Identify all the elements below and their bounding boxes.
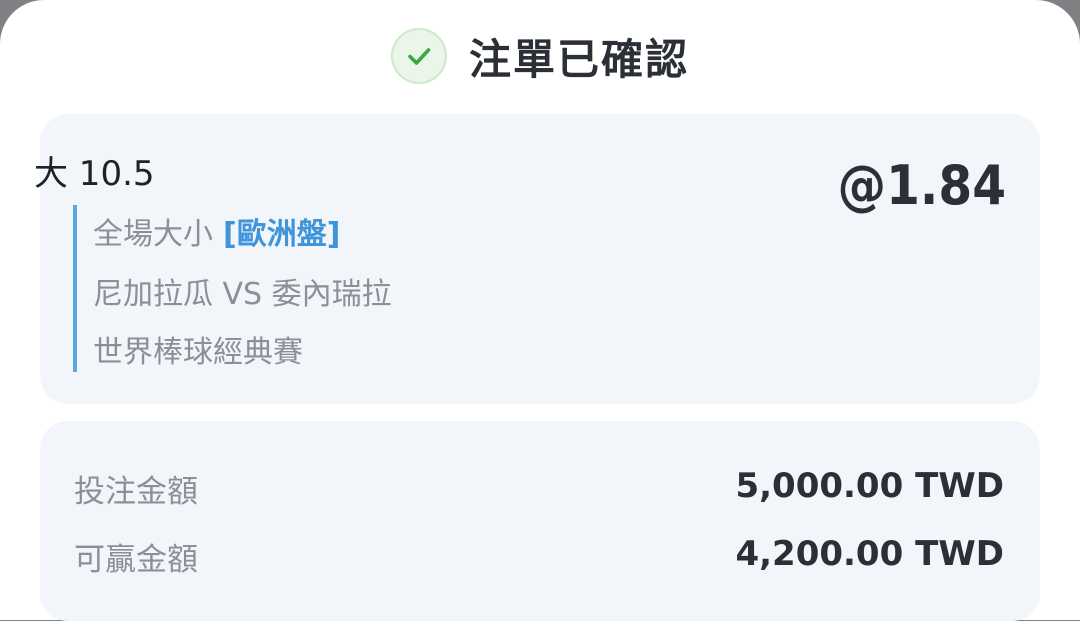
market-name: 全場大小 [93,217,213,252]
confirmation-header: 注單已確認 [0,24,1080,88]
bet-selection: 大 10.5 [34,154,155,194]
check-icon [390,28,447,84]
stake-label: 投注金額 [74,474,198,510]
market-line: 全場大小 [歐洲盤] [93,209,340,253]
bet-info-block: 全場大小 [歐洲盤] 尼加拉瓜 VS 委內瑞拉 世界棒球經典賽 [73,205,577,372]
win-value: 4,200.00 TWD [735,534,1004,574]
league-name: 世界棒球經典賽 [93,335,303,370]
amount-card [40,421,1040,621]
bet-odds: @1.84 [837,154,1006,217]
match-name: 尼加拉瓜 VS 委內瑞拉 [93,277,392,312]
stake-value: 5,000.00 TWD [735,466,1004,506]
confirmation-title: 注單已確認 [468,34,689,84]
bet-confirmation-sheet: 注單已確認 大 10.5 @1.84 全場大小 [歐洲盤] 尼加拉瓜 VS 委內瑞… [0,0,1080,621]
market-tag: [歐洲盤] [223,217,341,252]
win-label: 可贏金額 [74,542,198,578]
